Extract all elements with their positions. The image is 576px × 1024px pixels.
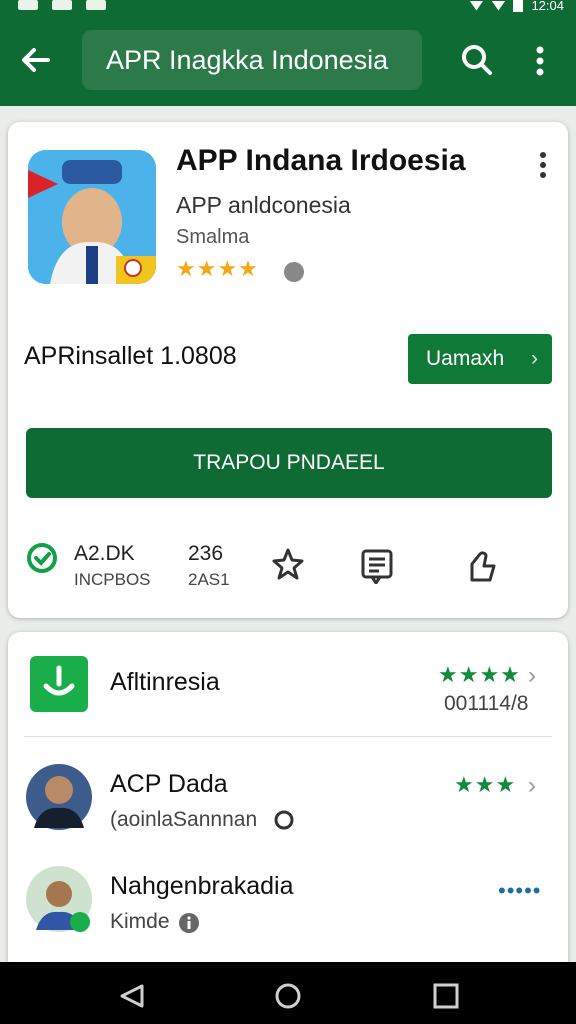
app-title: APP Indana Irdoesia bbox=[176, 144, 466, 177]
divider bbox=[24, 736, 552, 737]
recents-nav-icon[interactable] bbox=[432, 982, 460, 1015]
list-item-title[interactable]: Afltinresia bbox=[110, 668, 220, 697]
back-arrow-icon[interactable] bbox=[18, 42, 54, 78]
app-notification-icon bbox=[86, 0, 106, 10]
battery-icon bbox=[513, 0, 524, 12]
list-item-meta: 001114/8 bbox=[444, 692, 529, 715]
list-item-title[interactable]: ACP Dada bbox=[110, 770, 228, 799]
chevron-right-icon[interactable]: › bbox=[528, 662, 536, 690]
search-field[interactable]: APR Inagkka Indonesia bbox=[82, 30, 422, 90]
star-outline-icon[interactable] bbox=[270, 546, 306, 587]
rating-stars: ★★★★ bbox=[176, 256, 259, 281]
list-item-dots: ••••• bbox=[498, 878, 542, 903]
app-developer[interactable]: Smalma bbox=[176, 226, 249, 249]
list-item-stars: ★★★ bbox=[454, 772, 517, 797]
wifi-icon bbox=[469, 0, 484, 11]
back-nav-icon[interactable] bbox=[118, 982, 146, 1015]
info-badge-icon bbox=[284, 262, 304, 282]
secondary-button-label: Uamaxh bbox=[426, 347, 505, 370]
thumbs-up-icon[interactable] bbox=[464, 546, 498, 589]
list-item-stars: ★★★★ bbox=[438, 662, 521, 687]
stat-downloads: A2.DK INCPBOS bbox=[74, 542, 151, 589]
document-icon[interactable] bbox=[360, 548, 394, 589]
installer-version: APRinsallet 1.0808 bbox=[24, 342, 237, 370]
app-icon bbox=[28, 150, 156, 284]
list-item-subtitle: Kimde bbox=[110, 910, 170, 933]
stat-reviews: 236 2AS1 bbox=[188, 542, 230, 589]
green-app-icon[interactable] bbox=[30, 656, 88, 717]
list-item-subtitle: (aoinlaSannnan bbox=[110, 808, 258, 831]
verified-icon bbox=[274, 810, 294, 835]
gallery-notification-icon bbox=[52, 0, 72, 10]
card-more-icon[interactable] bbox=[538, 150, 548, 180]
status-bar: 12:04 bbox=[0, 0, 576, 14]
home-nav-icon[interactable] bbox=[274, 982, 302, 1015]
check-circle-icon bbox=[26, 542, 58, 579]
app-bar: APR Inagkka Indonesia bbox=[0, 14, 576, 106]
status-time: 12:04 bbox=[531, 0, 564, 13]
more-vert-icon[interactable] bbox=[528, 44, 552, 78]
search-icon[interactable] bbox=[459, 42, 495, 78]
chevron-right-icon[interactable]: › bbox=[528, 772, 536, 800]
avatar[interactable] bbox=[26, 762, 92, 837]
app-details-card: APP Indana Irdoesia APP anldconesia Smal… bbox=[8, 122, 568, 618]
signal-icon bbox=[491, 0, 506, 11]
related-apps-card: Afltinresia ★★★★ › 001114/8 ACP Dada ★★★… bbox=[8, 632, 568, 972]
chevron-right-icon: › bbox=[531, 347, 538, 370]
avatar[interactable] bbox=[26, 864, 92, 939]
info-icon bbox=[178, 912, 200, 939]
navigation-bar bbox=[0, 962, 576, 1024]
secondary-button[interactable]: Uamaxh › bbox=[408, 334, 552, 384]
image-notification-icon bbox=[18, 0, 38, 10]
app-subtitle: APP anldconesia bbox=[176, 192, 351, 218]
list-item-title[interactable]: Nahgenbrakadia bbox=[110, 872, 293, 901]
install-button[interactable]: TRAPOU PNDAEEL bbox=[26, 428, 552, 498]
